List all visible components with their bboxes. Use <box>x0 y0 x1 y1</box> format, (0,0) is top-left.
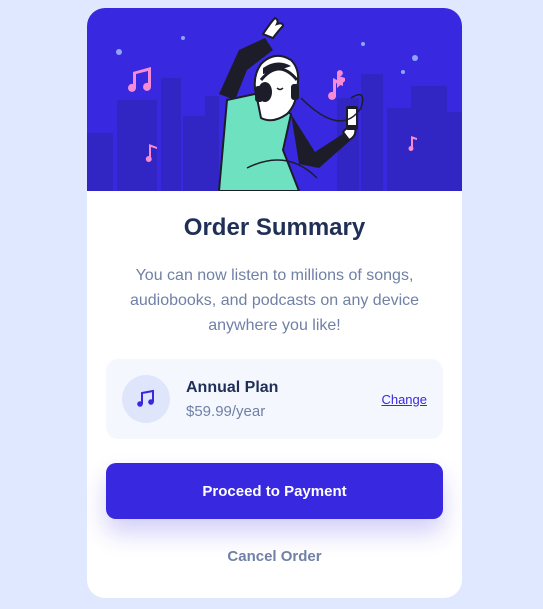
plan-summary: Annual Plan $59.99/year Change <box>106 359 443 439</box>
change-plan-link[interactable]: Change <box>381 392 427 407</box>
proceed-to-payment-button[interactable]: Proceed to Payment <box>106 463 443 519</box>
order-description: You can now listen to millions of songs,… <box>129 267 420 334</box>
cancel-order-button[interactable]: Cancel Order <box>87 545 462 567</box>
page-title: Order Summary <box>183 214 366 241</box>
hero-illustration <box>87 8 462 191</box>
order-summary-card: Order Summary You can now listen to mill… <box>87 8 462 598</box>
plan-name: Annual Plan <box>186 379 279 396</box>
music-note-icon <box>122 375 170 423</box>
plan-price: $59.99/year <box>186 403 266 420</box>
